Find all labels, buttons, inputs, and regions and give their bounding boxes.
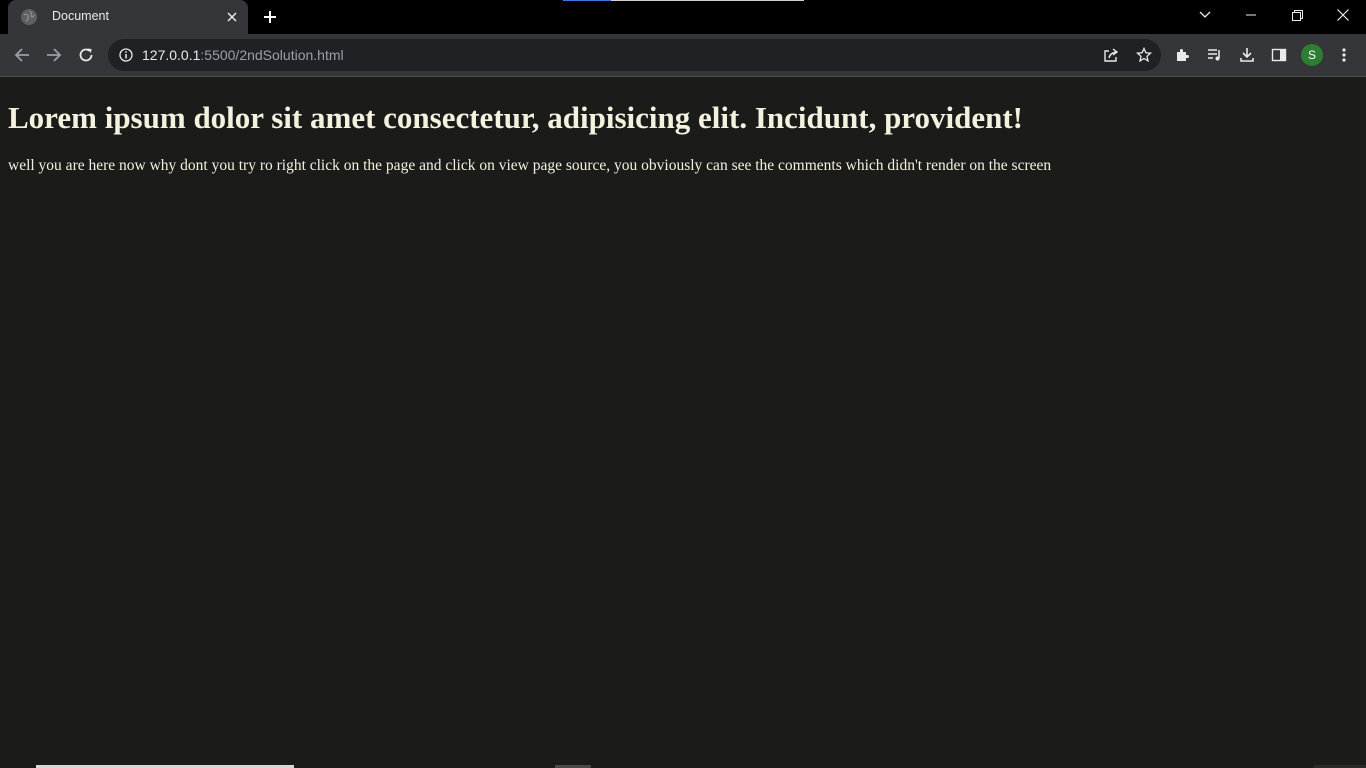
page-heading: Lorem ipsum dolor sit amet consectetur, … <box>8 100 1024 135</box>
browser-toolbar: 127.0.0.1:5500/2ndSolution.html S <box>0 34 1366 76</box>
reload-icon[interactable] <box>74 43 98 67</box>
close-icon[interactable] <box>223 8 241 26</box>
avatar[interactable]: S <box>1301 44 1323 66</box>
bookmark-star-icon[interactable] <box>1134 45 1154 65</box>
back-icon[interactable] <box>10 43 34 67</box>
minimize-icon[interactable] <box>1228 0 1274 30</box>
close-icon[interactable] <box>1320 0 1366 30</box>
globe-icon <box>21 9 37 25</box>
extensions-icon[interactable] <box>1171 43 1195 67</box>
media-controls-icon[interactable] <box>1203 43 1227 67</box>
share-icon[interactable] <box>1101 45 1121 65</box>
plus-icon[interactable] <box>259 6 281 28</box>
url-path: :5500/2ndSolution.html <box>200 47 344 63</box>
tab-search-icon[interactable] <box>1182 0 1228 30</box>
page-content: Lorem ipsum dolor sit amet consectetur, … <box>0 77 1366 768</box>
page-paragraph: well you are here now why dont you try r… <box>8 157 1052 174</box>
menu-icon[interactable] <box>1332 43 1356 67</box>
info-icon[interactable] <box>118 47 134 63</box>
download-icon[interactable] <box>1235 43 1259 67</box>
url-text[interactable]: 127.0.0.1:5500/2ndSolution.html <box>142 47 344 63</box>
top-indicator <box>611 0 804 1</box>
tab-title: Document <box>52 9 109 23</box>
restore-icon[interactable] <box>1274 0 1320 30</box>
forward-icon[interactable] <box>42 43 66 67</box>
address-bar[interactable]: 127.0.0.1:5500/2ndSolution.html <box>108 39 1161 71</box>
title-bar: Document <box>0 0 1366 34</box>
url-host: 127.0.0.1 <box>142 47 201 63</box>
side-panel-icon[interactable] <box>1267 43 1291 67</box>
top-indicator <box>563 0 611 1</box>
tab-document[interactable]: Document <box>8 0 248 34</box>
